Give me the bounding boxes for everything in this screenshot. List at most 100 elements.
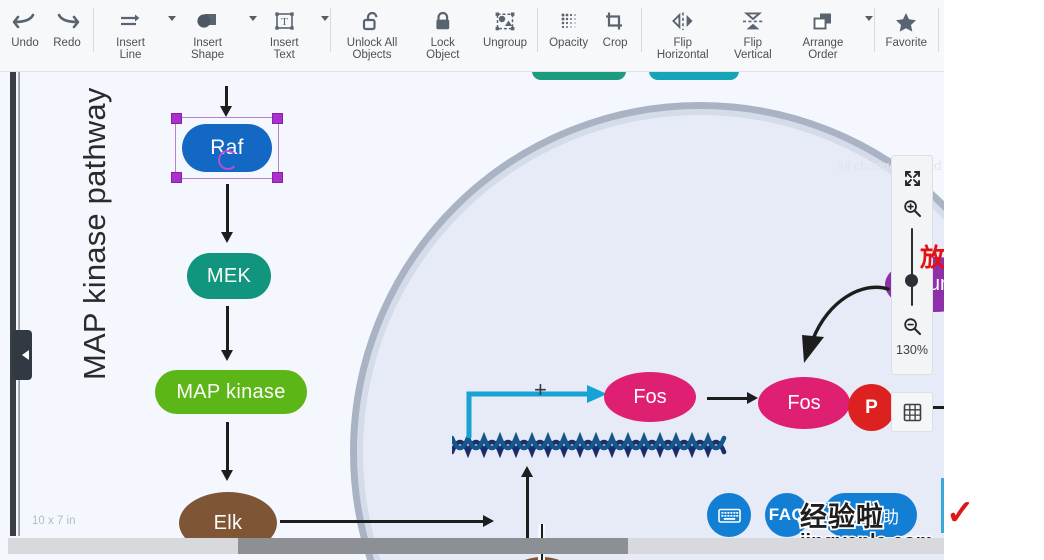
flip-vertical-button[interactable]: Flip Vertical	[718, 0, 787, 62]
toolbar-group-image: Opacity Crop	[543, 0, 636, 71]
arrow-mapkinase-to-elk[interactable]	[221, 422, 232, 481]
redo-icon	[54, 8, 80, 34]
shape-fos-1-label: Fos	[633, 385, 667, 408]
selection-handle-tl[interactable]	[171, 113, 182, 124]
shape-fos-2[interactable]: Fos	[758, 377, 850, 429]
horizontal-scrollbar-thumb[interactable]	[238, 538, 628, 554]
toolbar-group-transform: Flip Horizontal Flip Vertical Arrange Or…	[647, 0, 873, 71]
help-button[interactable]: ? 帮助	[823, 493, 917, 537]
zoom-in-icon[interactable]	[899, 195, 925, 221]
zoom-percent-label[interactable]: 130%	[896, 343, 928, 357]
rotate-handle[interactable]	[218, 150, 238, 170]
insert-line-button[interactable]: Insert Line	[99, 0, 177, 62]
toolbar-group-lock: Unlock All Objects Lock Object Ungroup	[336, 0, 532, 71]
shape-phosphate-1[interactable]: P	[848, 384, 895, 431]
faq-button[interactable]: FAQ	[765, 493, 809, 537]
arrow-elk-up-head	[520, 466, 533, 477]
unlock-all-objects-button[interactable]: Unlock All Objects	[336, 0, 407, 62]
crop-button[interactable]: Crop	[594, 0, 636, 49]
arrow-raf-to-mek[interactable]	[221, 184, 232, 243]
flip-vertical-icon	[740, 8, 766, 34]
teal-shape-1[interactable]	[532, 72, 626, 80]
selection-handle-tr[interactable]	[272, 113, 283, 124]
toolbar-group-insert: Insert Line Insert Shape T Insert Text	[99, 0, 330, 71]
shape-mek-label: MEK	[206, 264, 252, 287]
chevron-down-icon[interactable]	[321, 16, 330, 21]
chevron-down-icon[interactable]	[864, 16, 873, 21]
undo-label: Undo	[11, 37, 39, 49]
horizontal-scrollbar[interactable]	[8, 538, 944, 554]
diagram-editor-window: Undo Redo Insert Line Insert Shape T Ins…	[0, 0, 1044, 560]
selection-handle-br[interactable]	[272, 172, 283, 183]
arrow-fos1-to-fos2[interactable]	[707, 392, 758, 403]
toolbar-divider	[330, 8, 332, 52]
star-icon	[893, 8, 919, 34]
shape-map-kinase-label: MAP kinase	[176, 380, 286, 403]
zoom-slider[interactable]	[905, 228, 919, 306]
panel-collapse-toggle[interactable]	[12, 330, 32, 380]
canvas-left-gutter	[10, 72, 16, 536]
canvas-page[interactable]: All changes saved MAP kinase pathway 10 …	[12, 72, 944, 560]
selection-handle-bl[interactable]	[171, 172, 182, 183]
keyboard-icon	[717, 508, 741, 523]
grid-icon	[903, 403, 921, 421]
undo-button[interactable]: Undo	[4, 0, 46, 49]
toolbar-divider	[641, 8, 643, 52]
main-toolbar: Undo Redo Insert Line Insert Shape T Ins…	[0, 0, 944, 72]
shape-fos-1[interactable]: Fos	[604, 372, 696, 422]
page-size-label: 10 x 7 in	[32, 515, 76, 527]
help-button-cluster: FAQ ? 帮助	[707, 493, 917, 537]
line-icon	[118, 8, 144, 34]
svg-text:?: ?	[844, 508, 851, 522]
favorite-button[interactable]: Favorite	[880, 0, 934, 49]
shape-phosphate-1-label: P	[865, 396, 878, 418]
opacity-button[interactable]: Opacity	[543, 0, 594, 49]
ungroup-button[interactable]: Ungroup	[478, 0, 532, 49]
shape-map-kinase[interactable]: MAP kinase	[155, 370, 307, 414]
chevron-left-icon	[22, 350, 29, 360]
help-label: 帮助	[865, 507, 899, 527]
arrange-order-icon	[810, 8, 836, 34]
crop-label: Crop	[602, 37, 628, 49]
shape-mek[interactable]: MEK	[187, 253, 271, 299]
arrow-into-raf[interactable]	[220, 86, 231, 117]
opacity-icon	[556, 8, 582, 34]
crop-icon	[602, 8, 628, 34]
zoom-annotation-label: 放大/缩小	[920, 244, 944, 272]
arrange-order-button[interactable]: Arrange Order	[787, 0, 873, 62]
diagram-canvas[interactable]: All changes saved MAP kinase pathway 10 …	[0, 72, 944, 560]
insert-line-label: Insert Line	[116, 37, 145, 62]
insert-shape-button[interactable]: Insert Shape	[172, 0, 258, 62]
flip-vertical-label: Flip Vertical	[733, 37, 772, 62]
keyboard-shortcuts-button[interactable]	[707, 493, 751, 537]
arrow-elk-to-elk-p[interactable]	[280, 515, 494, 526]
fit-to-screen-icon[interactable]	[899, 165, 925, 191]
undo-icon	[12, 8, 38, 34]
zoom-out-icon[interactable]	[899, 313, 925, 339]
arrange-order-label: Arrange Order	[802, 37, 844, 62]
grid-toggle-button[interactable]	[891, 392, 933, 432]
lock-object-button[interactable]: Lock Object	[408, 0, 478, 62]
arrow-mek-to-mapkinase[interactable]	[221, 306, 232, 361]
page-title[interactable]: MAP kinase pathway	[77, 87, 113, 380]
toolbar-divider	[938, 8, 940, 52]
insert-text-button[interactable]: T Insert Text	[253, 0, 330, 62]
shape-icon	[195, 8, 221, 34]
redo-label: Redo	[53, 37, 81, 49]
text-box-icon: T	[271, 8, 297, 34]
toolbar-group-favorite: Favorite	[880, 0, 934, 71]
flip-horizontal-label: Flip Horizontal	[656, 37, 709, 62]
toolbar-group-history: Undo Redo	[4, 0, 88, 71]
question-mark-icon: ?	[838, 505, 857, 525]
insert-shape-label: Insert Shape	[190, 37, 225, 62]
zoom-slider-thumb[interactable]	[905, 274, 919, 287]
flip-horizontal-button[interactable]: Flip Horizontal	[647, 0, 718, 62]
svg-text:T: T	[281, 16, 288, 28]
ungroup-label: Ungroup	[482, 37, 528, 49]
redo-button[interactable]: Redo	[46, 0, 88, 49]
toolbar-divider	[93, 8, 94, 52]
teal-shape-2[interactable]	[649, 72, 739, 80]
faq-label: FAQ	[768, 505, 806, 524]
opacity-label: Opacity	[549, 37, 589, 49]
insert-text-label: Insert Text	[269, 37, 299, 62]
